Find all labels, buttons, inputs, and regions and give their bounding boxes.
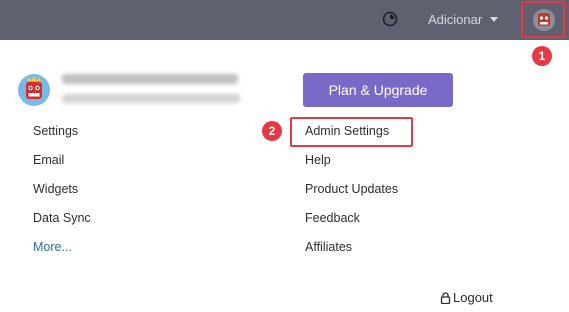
top-bar: Adicionar: [0, 0, 569, 40]
lock-icon: [440, 291, 451, 304]
plan-upgrade-button[interactable]: Plan & Upgrade: [303, 73, 453, 107]
menu-item-more[interactable]: More...: [33, 240, 72, 254]
add-dropdown[interactable]: Adicionar: [428, 10, 499, 28]
logout-link[interactable]: Logout: [440, 290, 493, 305]
menu-item-product-updates[interactable]: Product Updates: [305, 182, 398, 196]
menu-item-settings[interactable]: Settings: [33, 124, 78, 138]
redacted-user-email: [62, 94, 240, 103]
menu-item-feedback[interactable]: Feedback: [305, 211, 360, 225]
admin-settings-highlight: [290, 117, 413, 147]
avatar-icon: [533, 9, 555, 31]
menu-item-email[interactable]: Email: [33, 153, 64, 167]
chevron-down-icon: [490, 16, 499, 22]
menu-item-widgets[interactable]: Widgets: [33, 182, 78, 196]
logout-label: Logout: [453, 290, 493, 305]
avatar-button[interactable]: [521, 1, 565, 38]
menu-item-data-sync[interactable]: Data Sync: [33, 211, 91, 225]
clock-icon[interactable]: [382, 11, 398, 27]
redacted-user-name: [62, 74, 238, 84]
step-badge-2: 2: [262, 121, 282, 141]
step-badge-1: 1: [532, 46, 552, 66]
menu-item-help[interactable]: Help: [305, 153, 331, 167]
profile-avatar: [18, 74, 50, 106]
menu-item-affiliates[interactable]: Affiliates: [305, 240, 352, 254]
add-dropdown-label: Adicionar: [428, 11, 483, 27]
